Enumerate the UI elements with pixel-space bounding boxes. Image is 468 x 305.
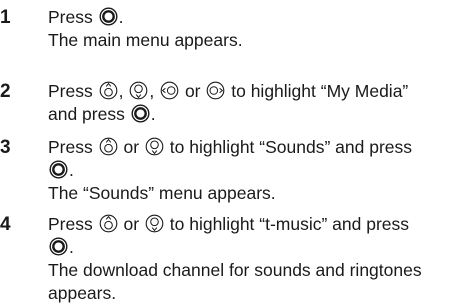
instruction-text: .: [150, 104, 156, 124]
center-key-icon: [49, 160, 68, 179]
instruction-text: or: [118, 214, 144, 234]
center-key-icon: [131, 104, 150, 123]
instruction-text: to highlight “My Media”: [226, 81, 409, 101]
instruction-text: to highlight “t-music” and press: [164, 214, 410, 234]
instruction-text: Press: [48, 214, 98, 234]
nav-down-key-icon: [129, 81, 148, 100]
instruction-text: Press: [48, 81, 98, 101]
step-instruction-cont: and press .: [48, 103, 466, 126]
nav-down-key-icon: [145, 214, 164, 233]
step-instruction: Press .: [48, 6, 466, 29]
instruction-text: Press: [48, 137, 98, 157]
instruction-text: .: [69, 160, 74, 180]
step-number: 2: [0, 81, 11, 102]
instruction-text: and press: [48, 104, 130, 124]
step-instruction: Press , , or to highlight “My Media”: [48, 80, 466, 103]
nav-up-key-icon: [99, 137, 118, 156]
nav-left-key-icon: [160, 81, 179, 100]
step-body: Press . The main menu appears.: [48, 6, 466, 52]
nav-down-key-icon: [145, 137, 164, 156]
instruction-text: or: [180, 81, 206, 101]
step-instruction: Press or to highlight “t-music” and pres…: [48, 213, 466, 236]
instruction-text: .: [118, 7, 124, 27]
nav-up-key-icon: [99, 81, 118, 100]
instruction-text: Press: [48, 7, 98, 27]
step-instruction-cont: .: [48, 159, 466, 182]
instruction-text: to highlight “Sounds” and press: [164, 137, 412, 157]
step-body: Press , , or to highlight “My Media” and…: [48, 80, 466, 126]
nav-up-key-icon: [99, 214, 118, 233]
nav-right-key-icon: [206, 81, 225, 100]
instruction-text: ,: [149, 81, 160, 101]
instruction-text: ,: [118, 81, 129, 101]
instruction-text: or: [118, 137, 144, 157]
step-body: Press or to highlight “t-music” and pres…: [48, 213, 466, 305]
step-result: The download channel for sounds and ring…: [48, 260, 422, 280]
step-instruction-cont: .: [48, 236, 466, 259]
instruction-text: .: [69, 237, 74, 257]
step-number: 1: [0, 7, 11, 28]
step-number: 3: [0, 137, 11, 158]
step-number: 4: [0, 214, 11, 235]
step-result: appears.: [48, 283, 117, 303]
step-body: Press or to highlight “Sounds” and press…: [48, 136, 466, 205]
step-instruction: Press or to highlight “Sounds” and press: [48, 136, 466, 159]
center-key-icon: [49, 237, 68, 256]
step-result: The main menu appears.: [48, 30, 243, 50]
step-result: The “Sounds” menu appears.: [48, 183, 276, 203]
center-key-icon: [99, 7, 118, 26]
